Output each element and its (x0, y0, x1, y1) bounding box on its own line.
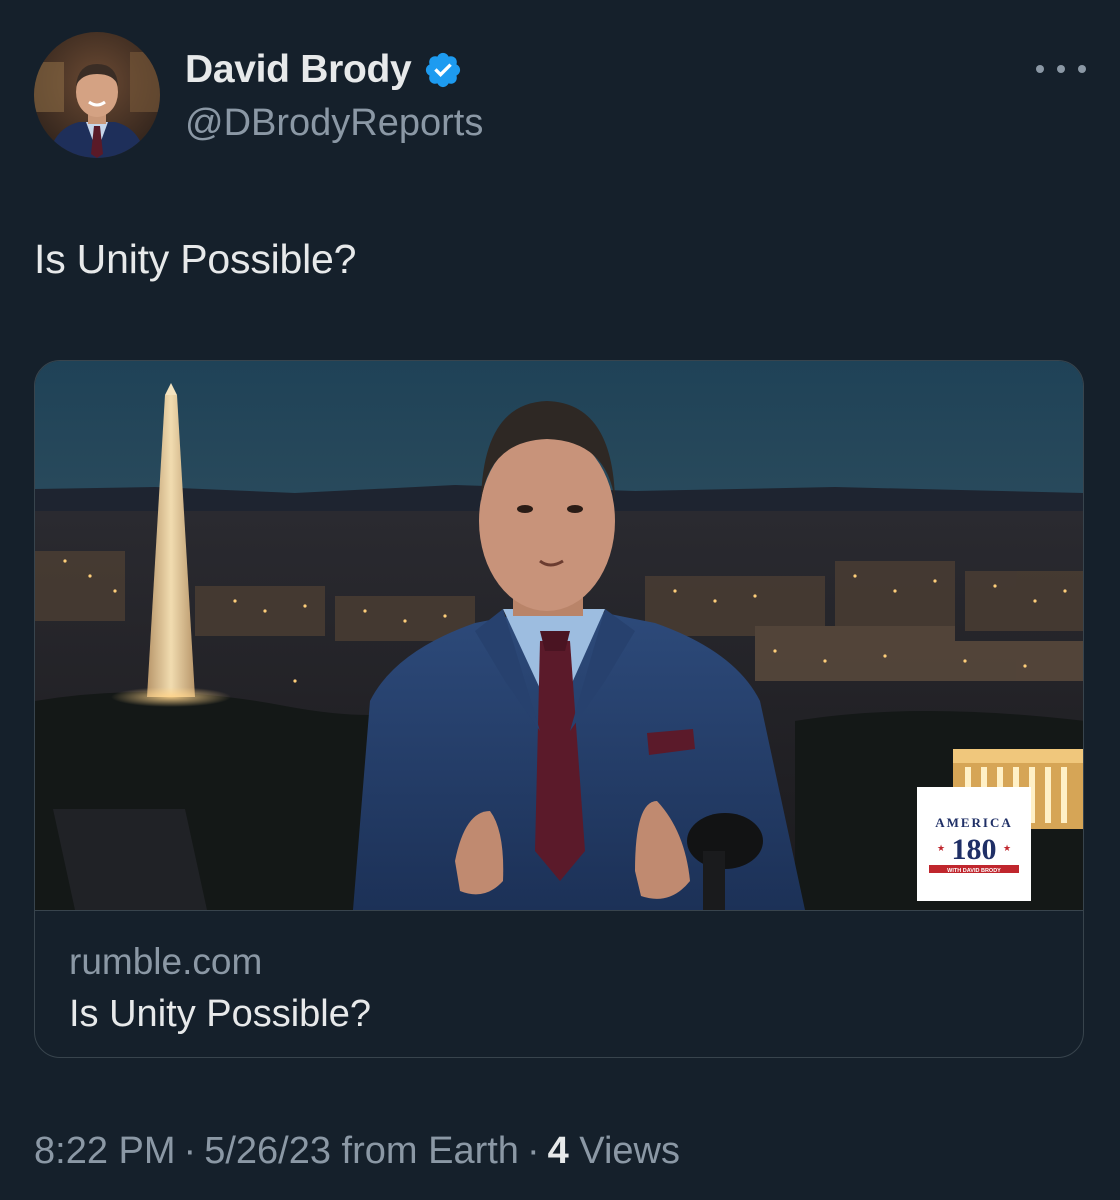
author-name[interactable]: David Brody (185, 48, 412, 92)
meta-separator: · (183, 1130, 197, 1172)
card-domain: rumble.com (69, 941, 263, 982)
author-handle[interactable]: @DBrodyReports (185, 102, 483, 145)
more-dot (1078, 65, 1086, 73)
meta-separator: · (526, 1130, 540, 1172)
card-title: Is Unity Possible? (69, 993, 372, 1035)
tweet-meta: 8:22 PM · 5/26/23 from Earth · 4 Views (34, 1130, 680, 1173)
views-count[interactable]: 4 (548, 1130, 569, 1172)
america-180-logo: AMERICA 180 WITH DAVID BRODY ★ ★ (917, 787, 1031, 901)
author-block: David Brody @DBrodyReports (185, 44, 483, 145)
tweet-source: from Earth (341, 1130, 519, 1172)
more-dot (1036, 65, 1044, 73)
verified-badge-icon[interactable] (423, 50, 463, 90)
author-avatar[interactable] (34, 32, 160, 158)
tweet-text: Is Unity Possible? (34, 236, 357, 282)
svg-text:180: 180 (952, 833, 997, 866)
svg-text:AMERICA: AMERICA (935, 815, 1013, 830)
svg-text:★: ★ (937, 843, 945, 853)
card-thumbnail-image[interactable]: AMERICA 180 WITH DAVID BRODY ★ ★ (35, 361, 1083, 911)
link-card[interactable]: AMERICA 180 WITH DAVID BRODY ★ ★ rumble.… (34, 360, 1084, 1058)
more-dot (1057, 65, 1065, 73)
svg-text:★: ★ (1003, 843, 1011, 853)
svg-text:WITH DAVID BRODY: WITH DAVID BRODY (947, 868, 1001, 874)
name-row: David Brody (185, 44, 483, 96)
more-options-icon[interactable] (1036, 56, 1086, 82)
tweet-date[interactable]: 5/26/23 (204, 1130, 331, 1172)
tweet-time[interactable]: 8:22 PM (34, 1130, 176, 1172)
views-label[interactable]: Views (579, 1130, 680, 1172)
tweet: David Brody @DBrodyReports Is Unity Poss… (0, 0, 1120, 1200)
